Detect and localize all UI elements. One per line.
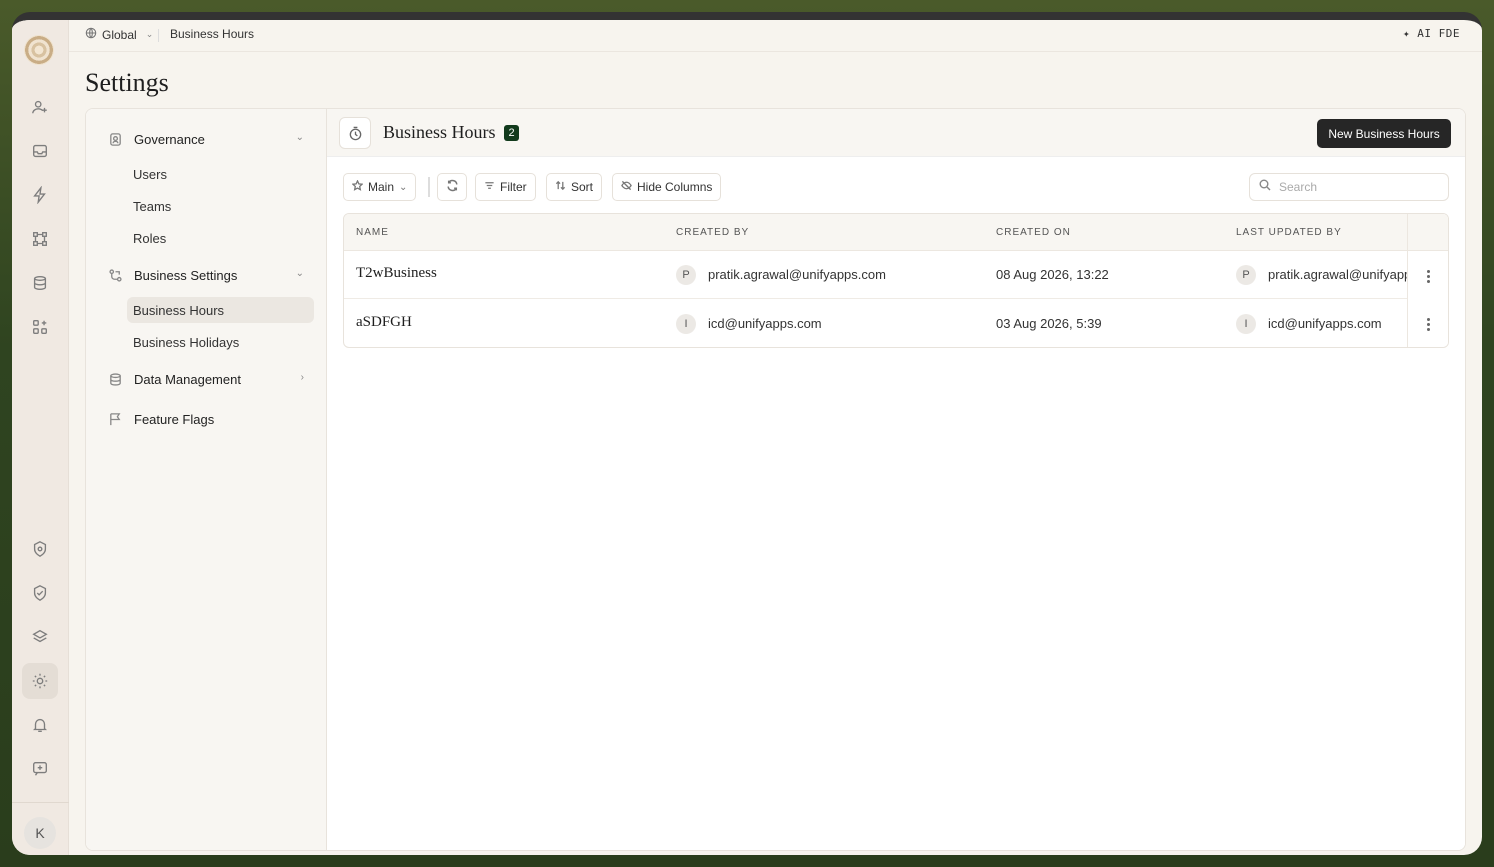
nav-item-roles[interactable]: Roles [127,225,314,251]
count-badge: 2 [504,125,519,141]
app-logo[interactable] [24,35,54,65]
updater-avatar: I [1236,314,1256,334]
business-hours-table: NAME CREATED BY CREATED ON LAST UPDATED … [343,213,1449,348]
updater-avatar: P [1236,265,1256,285]
table-row[interactable]: T2wBusiness P pratik.agrawal@unifyapps.c… [344,251,1448,299]
page-title: Settings [85,68,169,97]
column-header-created-by[interactable]: CREATED BY [676,227,749,238]
shield-check-icon[interactable] [22,575,58,611]
row-created-on: 03 Aug 2026, 5:39 [996,316,1102,331]
user-avatar[interactable]: K [24,817,56,849]
row-created-by: icd@unifyapps.com [708,316,822,331]
breadcrumb[interactable]: Business Hours [170,27,254,41]
toolbar-separator [428,177,430,197]
search-field[interactable] [1249,173,1449,201]
scope-selector[interactable]: Global ⌄ [85,27,153,42]
view-label: Main [368,180,395,194]
feedback-icon[interactable] [22,751,58,787]
search-input[interactable] [1279,180,1429,194]
nav-group-label: Feature Flags [134,411,215,427]
sort-label: Sort [571,180,594,194]
refresh-icon [446,179,459,195]
chevron-down-icon: ⌄ [295,268,304,279]
breadcrumb-separator [158,29,159,42]
search-icon [1259,178,1271,196]
hide-columns-button[interactable]: Hide Columns [612,173,722,201]
flag-icon [108,412,123,427]
filter-icon [484,180,495,194]
nav-group-label: Governance [134,131,205,147]
database-icon [108,372,123,387]
table-row[interactable]: aSDFGH I icd@unifyapps.com 03 Aug 2026, … [344,300,1448,347]
content-header: Business Hours 2 New Business Hours [327,109,1465,157]
nav-group-business-settings[interactable]: Business Settings ⌄ [108,263,304,287]
globe-icon [85,27,97,42]
row-name[interactable]: T2wBusiness [356,265,437,282]
chevron-down-icon: ⌄ [295,132,304,143]
row-name[interactable]: aSDFGH [356,314,412,331]
row-created-on: 08 Aug 2026, 13:22 [996,267,1109,282]
shield-badge-icon[interactable] [22,531,58,567]
settings-nav: Governance ⌄ Users Teams Roles Business … [86,109,327,850]
rail-divider [12,802,69,803]
workflow-icon[interactable] [22,221,58,257]
row-updated-by: pratik.agrawal@unifyapp [1268,267,1407,282]
ai-fde-button[interactable]: ✦ AI FDE [1403,27,1460,40]
row-menu-icon[interactable] [1422,266,1434,286]
eye-off-icon [621,180,632,194]
sort-icon [555,180,566,194]
creator-avatar: P [676,265,696,285]
nav-group-feature-flags[interactable]: Feature Flags [108,407,304,431]
bell-icon[interactable] [22,707,58,743]
clock-icon [339,117,371,149]
database-icon[interactable] [22,265,58,301]
sort-button[interactable]: Sort [546,173,603,201]
row-updated-by: icd@unifyapps.com [1268,316,1382,331]
actions-header [1408,214,1448,251]
view-selector[interactable]: Main ⌄ [343,173,417,201]
nav-group-label: Data Management [134,371,241,387]
flow-icon [108,268,123,283]
hide-columns-label: Hide Columns [637,180,713,194]
new-business-hours-button[interactable]: New Business Hours [1317,119,1451,148]
nav-item-business-holidays[interactable]: Business Holidays [127,329,314,355]
refresh-button[interactable] [437,173,467,201]
content-area: Business Hours 2 New Business Hours Main… [327,109,1465,850]
app-window: K Global ⌄ Business Hours ✦ AI FDE Setti… [12,12,1482,855]
settings-icon[interactable] [22,663,58,699]
row-created-by: pratik.agrawal@unifyapps.com [708,267,886,282]
bolt-icon[interactable] [22,177,58,213]
left-rail: K [12,20,69,855]
settings-panel: Governance ⌄ Users Teams Roles Business … [85,108,1466,851]
nav-item-users[interactable]: Users [127,161,314,187]
nav-group-governance[interactable]: Governance ⌄ [108,127,304,151]
filter-label: Filter [500,180,527,194]
nav-group-data-management[interactable]: Data Management › [108,367,304,391]
nav-group-label: Business Settings [134,267,238,283]
column-header-last-updated-by[interactable]: LAST UPDATED BY [1236,227,1342,238]
actions-column [1407,214,1448,347]
scope-label: Global [102,27,137,42]
inbox-icon[interactable] [22,133,58,169]
creator-avatar: I [676,314,696,334]
content-title: Business Hours [383,122,496,142]
row-menu-icon[interactable] [1422,314,1434,334]
column-header-name[interactable]: NAME [356,227,389,238]
top-bar: Global ⌄ Business Hours ✦ AI FDE [69,20,1482,52]
user-plus-icon[interactable] [22,89,58,125]
star-icon [351,179,364,194]
filter-button[interactable]: Filter [475,173,536,201]
nav-item-teams[interactable]: Teams [127,193,314,219]
badge-icon [108,132,123,147]
chevron-down-icon: ⌄ [399,181,408,193]
chevron-right-icon: › [300,372,304,383]
table-header: NAME CREATED BY CREATED ON LAST UPDATED … [344,214,1448,251]
nav-item-business-hours[interactable]: Business Hours [127,297,314,323]
chevron-down-icon: ⌄ [145,29,154,39]
column-header-created-on[interactable]: CREATED ON [996,227,1071,238]
apps-icon[interactable] [22,309,58,345]
layers-icon[interactable] [22,619,58,655]
